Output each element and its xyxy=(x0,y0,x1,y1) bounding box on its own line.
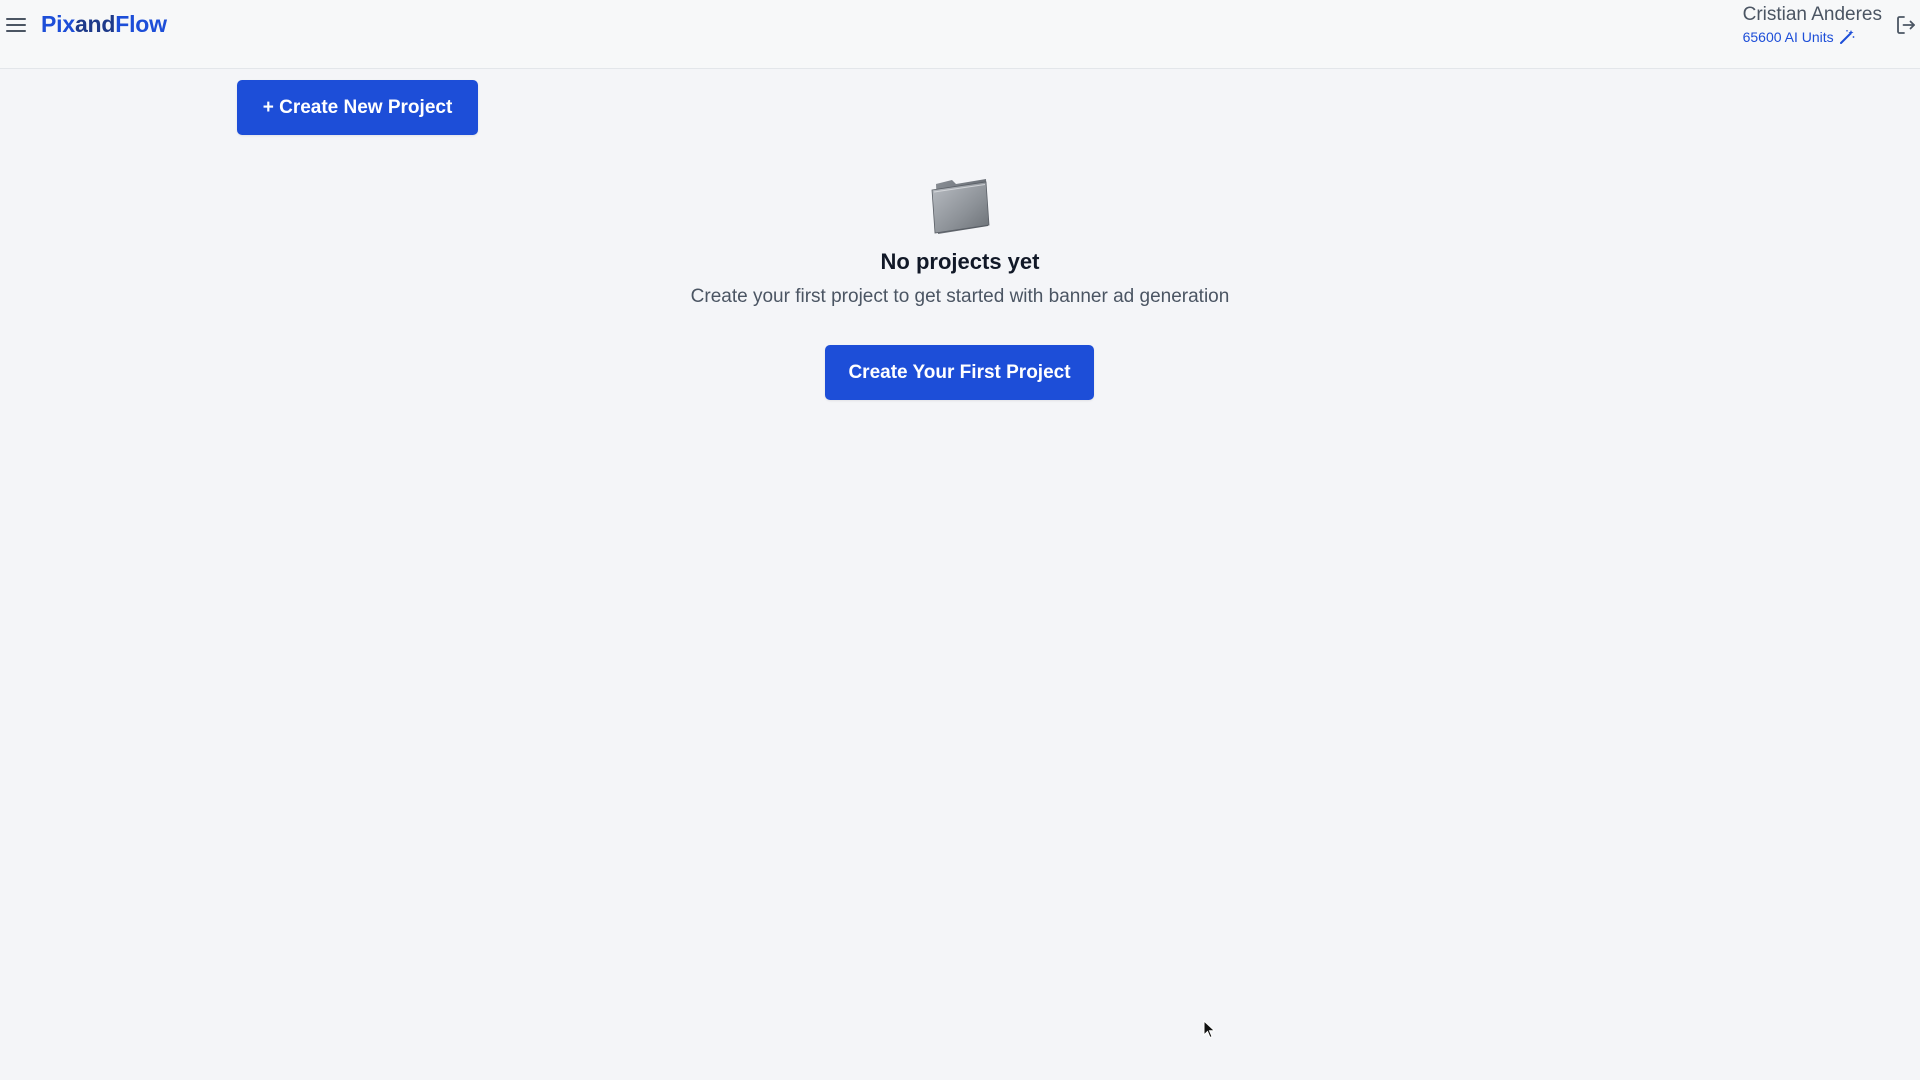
brand-logo[interactable]: PixandFlow xyxy=(41,9,167,39)
logout-icon[interactable] xyxy=(1894,13,1918,37)
empty-state-title: No projects yet xyxy=(880,249,1040,274)
hamburger-menu-icon[interactable] xyxy=(4,13,28,37)
create-first-project-button[interactable]: Create Your First Project xyxy=(825,345,1094,400)
brand-part-and: and xyxy=(74,11,116,37)
mouse-pointer-icon xyxy=(1203,1019,1217,1040)
folder-icon xyxy=(926,170,994,238)
user-info: Cristian Anderes 65600 AI Units xyxy=(1743,3,1882,46)
ai-units-link[interactable]: 65600 AI Units xyxy=(1743,28,1882,46)
brand-part-flow: Flow xyxy=(115,11,167,37)
brand-part-pix: Pix xyxy=(41,11,75,37)
magic-wand-icon xyxy=(1838,28,1856,46)
top-bar: PixandFlow Cristian Anderes 65600 AI Uni… xyxy=(0,0,1920,69)
create-new-project-button[interactable]: + Create New Project xyxy=(237,80,478,135)
ai-units-count: 65600 AI Units xyxy=(1742,29,1834,45)
user-name: Cristian Anderes xyxy=(1742,4,1882,25)
empty-state: No projects yet Create your first projec… xyxy=(0,170,1920,309)
empty-state-description: Create your first project to get started… xyxy=(690,286,1230,307)
